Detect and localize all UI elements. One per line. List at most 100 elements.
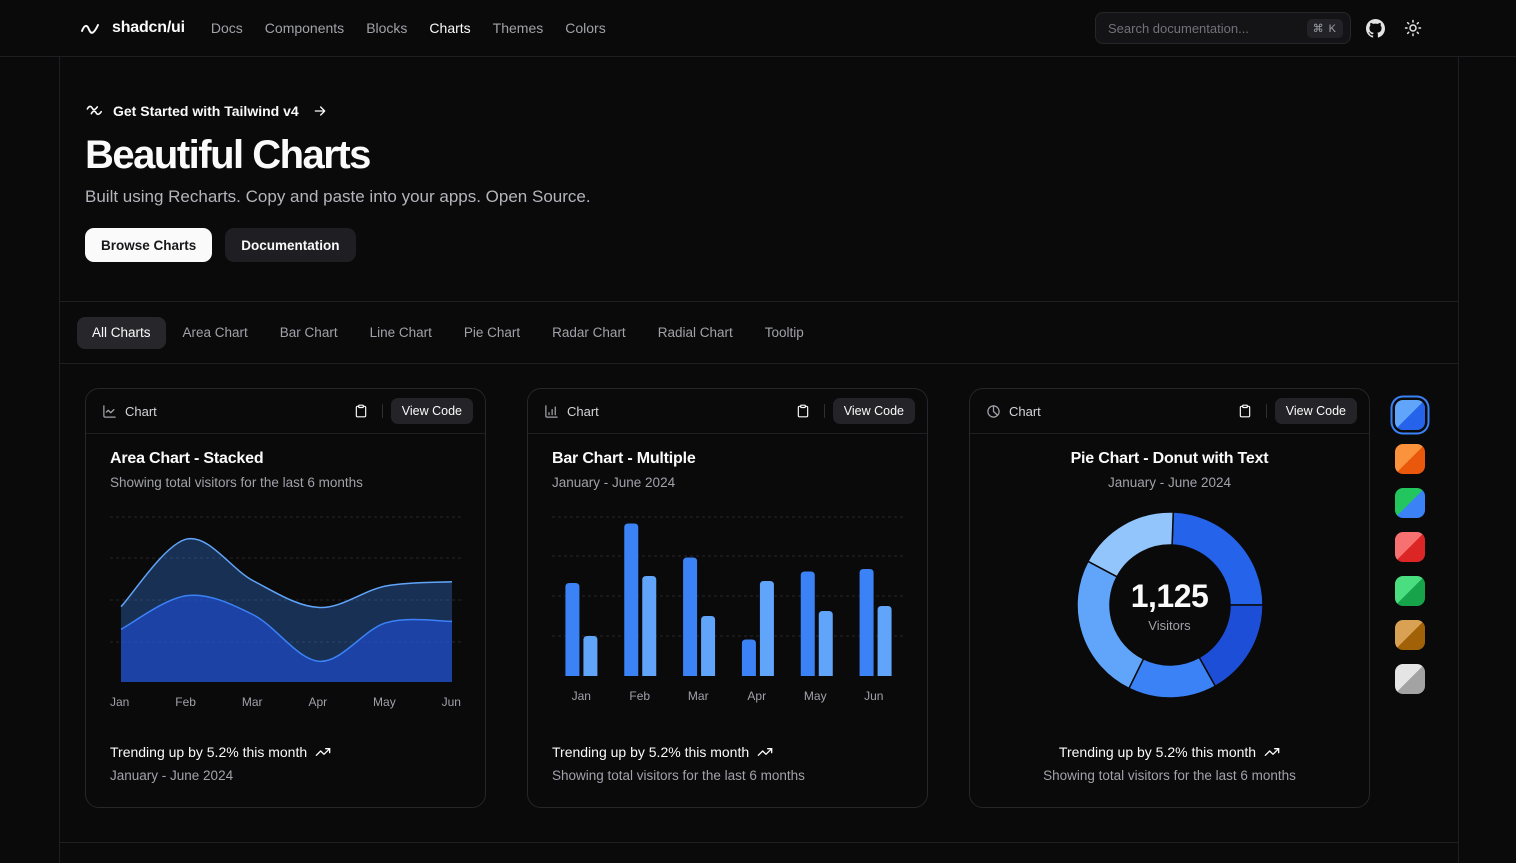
tab-radial-chart[interactable]: Radial Chart [643, 317, 748, 349]
theme-swatch-blue[interactable] [1395, 400, 1425, 430]
clipboard-icon [796, 404, 810, 418]
clipboard-icon [1238, 404, 1252, 418]
theme-swatch-gray[interactable] [1395, 664, 1425, 694]
navbar: shadcn/ui Docs Components Blocks Charts Them… [0, 0, 1516, 57]
trending-up-icon [1264, 744, 1280, 760]
pie-chart-canvas [1075, 510, 1265, 700]
nav-link-themes[interactable]: Themes [493, 20, 544, 36]
bar-chart-icon [544, 404, 559, 419]
arrow-right-icon [312, 103, 328, 119]
card-toolbar: Chart View Code [970, 389, 1369, 434]
copy-code-button[interactable] [1232, 398, 1258, 424]
nav-link-blocks[interactable]: Blocks [366, 20, 407, 36]
toolbar-label: Chart [125, 404, 157, 419]
github-link[interactable] [1361, 14, 1389, 42]
trend-text: Trending up by 5.2% this month [110, 744, 307, 760]
x-axis-label: Mar [242, 695, 263, 709]
search-placeholder: Search documentation... [1108, 21, 1249, 36]
toolbar-separator [382, 404, 383, 418]
tailwind-icon [85, 101, 104, 120]
search-shortcut-kbd: ⌘ K [1307, 19, 1343, 38]
sun-icon [1404, 19, 1422, 37]
trend-text: Trending up by 5.2% this month [552, 744, 749, 760]
x-axis-label: Mar [669, 689, 728, 703]
brand-link[interactable]: shadcn/ui [112, 19, 185, 37]
page-title: Beautiful Charts [85, 133, 1433, 178]
nav-link-docs[interactable]: Docs [211, 20, 243, 36]
announcement-banner[interactable]: Get Started with Tailwind v4 [85, 101, 1433, 120]
nav-link-charts[interactable]: Charts [429, 20, 470, 36]
x-axis-label: Apr [308, 695, 327, 709]
donut-chart-wrap: 1,125 Visitors [1075, 510, 1265, 700]
tab-bar-chart[interactable]: Bar Chart [265, 317, 353, 349]
view-code-button[interactable]: View Code [391, 398, 473, 424]
tab-pie-chart[interactable]: Pie Chart [449, 317, 535, 349]
chart-card-pie: Chart View Code Pi [969, 388, 1370, 808]
card-footer: Trending up by 5.2% this month Showing t… [970, 744, 1369, 807]
chart-title: Area Chart - Stacked [110, 450, 461, 468]
theme-swatch-green[interactable] [1395, 576, 1425, 606]
charts-section: Chart View Code Ar [60, 363, 1458, 843]
footer-secondary-text: Showing total visitors for the last 6 mo… [552, 768, 903, 783]
tab-all-charts[interactable]: All Charts [77, 317, 166, 349]
x-axis-label: Jan [110, 695, 129, 709]
search-input[interactable]: Search documentation... ⌘ K [1095, 12, 1351, 44]
toolbar-separator [1266, 404, 1267, 418]
x-axis-label: Jun [845, 689, 904, 703]
nav-link-components[interactable]: Components [265, 20, 344, 36]
nav-link-colors[interactable]: Colors [565, 20, 605, 36]
theme-toggle-button[interactable] [1399, 14, 1427, 42]
view-code-button[interactable]: View Code [1275, 398, 1357, 424]
x-axis-label: Feb [611, 689, 670, 703]
x-axis-label: Feb [175, 695, 196, 709]
copy-code-button[interactable] [790, 398, 816, 424]
x-axis-label: Jan [552, 689, 611, 703]
chart-title: Bar Chart - Multiple [552, 450, 903, 468]
bar-chart-canvas [552, 516, 905, 676]
tab-tooltip[interactable]: Tooltip [750, 317, 819, 349]
trend-text: Trending up by 5.2% this month [1059, 744, 1256, 760]
chart-card-area: Chart View Code Ar [85, 388, 486, 808]
shadcn-logo-icon[interactable] [78, 16, 102, 40]
x-axis-labels: JanFebMarAprMayJun [552, 689, 903, 703]
theme-swatch-amber[interactable] [1395, 620, 1425, 650]
x-axis-label: Jun [442, 695, 461, 709]
chart-card-bar: Chart View Code Ba [527, 388, 928, 808]
clipboard-icon [354, 404, 368, 418]
tab-area-chart[interactable]: Area Chart [168, 317, 263, 349]
card-footer: Trending up by 5.2% this month January -… [86, 744, 485, 807]
toolbar-label: Chart [567, 404, 599, 419]
card-toolbar: Chart View Code [528, 389, 927, 434]
card-toolbar: Chart View Code [86, 389, 485, 434]
tab-radar-chart[interactable]: Radar Chart [537, 317, 641, 349]
page-subtitle: Built using Recharts. Copy and paste int… [85, 187, 1433, 207]
github-icon [1366, 19, 1385, 38]
announcement-text: Get Started with Tailwind v4 [113, 103, 299, 119]
theme-rail [1395, 400, 1425, 694]
chart-subtitle: January - June 2024 [552, 475, 903, 490]
chart-subtitle: Showing total visitors for the last 6 mo… [110, 475, 461, 490]
trending-up-icon [757, 744, 773, 760]
chart-subtitle: January - June 2024 [994, 475, 1345, 490]
browse-charts-button[interactable]: Browse Charts [85, 228, 212, 262]
view-code-button[interactable]: View Code [833, 398, 915, 424]
chart-title: Pie Chart - Donut with Text [994, 450, 1345, 468]
hero-section: Get Started with Tailwind v4 Beautiful C… [60, 57, 1458, 301]
toolbar-separator [824, 404, 825, 418]
tab-line-chart[interactable]: Line Chart [355, 317, 447, 349]
toolbar-label: Chart [1009, 404, 1041, 419]
x-axis-label: May [373, 695, 396, 709]
x-axis-label: Apr [728, 689, 787, 703]
pie-chart-icon [986, 404, 1001, 419]
x-axis-labels: Jan Feb Mar Apr May Jun [110, 695, 461, 709]
documentation-button[interactable]: Documentation [225, 228, 355, 262]
x-axis-label: May [786, 689, 845, 703]
area-chart-canvas [110, 516, 463, 682]
theme-swatch-green-blue[interactable] [1395, 488, 1425, 518]
theme-swatch-orange[interactable] [1395, 444, 1425, 474]
card-footer: Trending up by 5.2% this month Showing t… [528, 744, 927, 807]
theme-swatch-red[interactable] [1395, 532, 1425, 562]
copy-code-button[interactable] [348, 398, 374, 424]
trending-up-icon [315, 744, 331, 760]
nav-links: Docs Components Blocks Charts Themes Colors [211, 20, 606, 36]
